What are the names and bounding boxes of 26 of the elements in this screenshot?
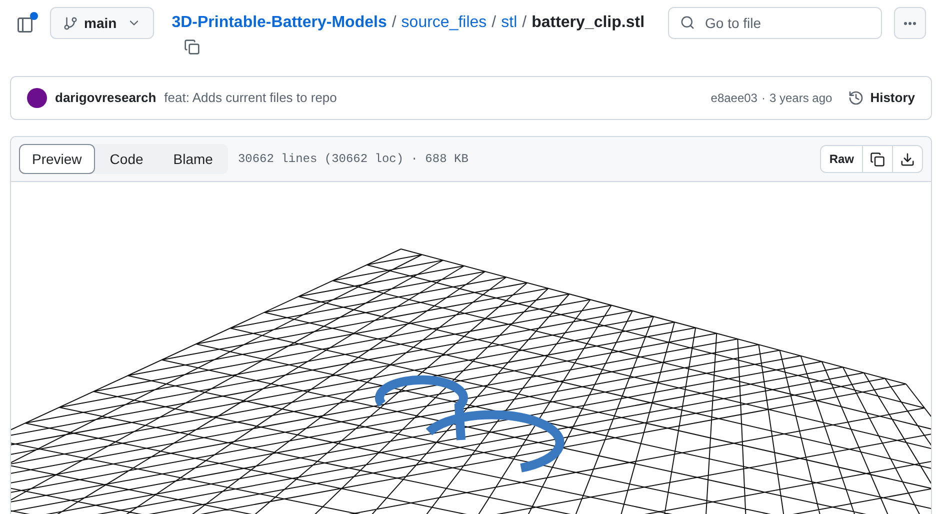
breadcrumb-link[interactable]: source_files xyxy=(401,11,487,35)
ellipsis-icon xyxy=(904,22,916,24)
branch-icon xyxy=(63,16,78,30)
avatar-icon xyxy=(27,88,47,108)
copy-path-icon[interactable] xyxy=(184,39,200,55)
commit-age: 3 years ago xyxy=(769,90,832,107)
branch-selector[interactable]: main xyxy=(50,7,154,39)
commit-sha[interactable]: e8aee03 xyxy=(710,89,758,107)
view-tab[interactable]: Blame xyxy=(158,144,228,174)
search-icon xyxy=(680,15,695,30)
path-separator: / xyxy=(392,13,396,33)
breadcrumb-link[interactable]: 3D-Printable-Battery-Models xyxy=(172,11,387,35)
commit-author[interactable]: darigovresearch xyxy=(55,88,156,108)
path-separator: / xyxy=(522,13,527,33)
file-name: battery_clip.stl xyxy=(532,13,645,33)
commit-message[interactable]: feat: Adds current files to repo xyxy=(164,88,337,108)
history-icon xyxy=(848,90,864,106)
view-tab[interactable]: Code xyxy=(94,144,158,174)
search-field[interactable]: Go to file xyxy=(668,7,882,39)
more-options-button[interactable] xyxy=(894,7,926,39)
view-tab[interactable]: Preview xyxy=(19,144,95,174)
history-button[interactable]: History xyxy=(848,88,915,108)
breadcrumb-link[interactable]: stl xyxy=(501,11,518,35)
file-info: 30662 lines (30662 loc) · 688 KB xyxy=(238,151,468,168)
path-separator: / xyxy=(492,13,496,33)
separator-dot: · xyxy=(761,90,766,107)
